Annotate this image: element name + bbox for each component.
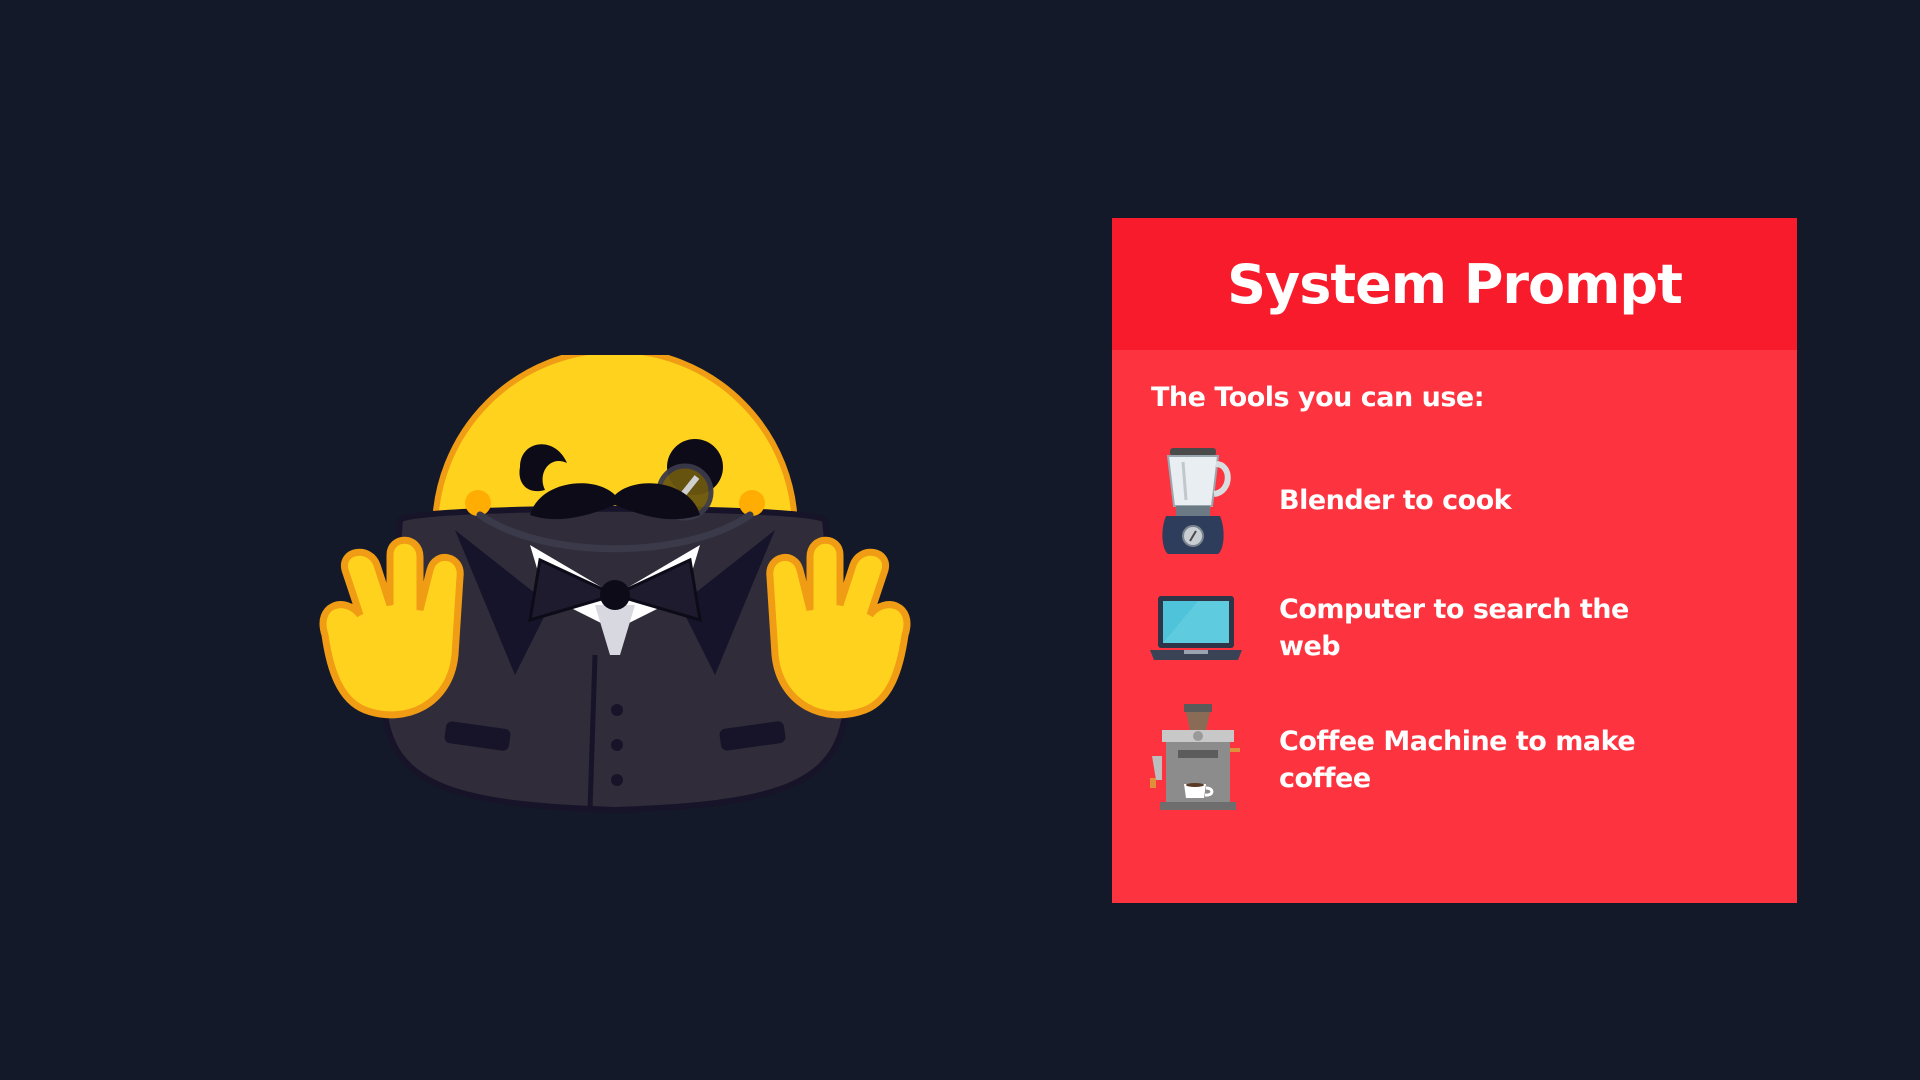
tool-label-coffee-machine: Coffee Machine to make coffee [1279,726,1636,794]
hugging-face-butler-mascot-icon [319,355,911,814]
tool-item-coffee-machine: Coffee Machine to make coffee [1148,700,1768,820]
tool-label-computer: Computer to search the web [1279,594,1629,662]
blender-icon [1162,448,1231,554]
system-prompt-panel: System Prompt The Tools you can use: Ble… [1112,218,1797,903]
panel-title: System Prompt [1227,252,1683,316]
tool-label-blender: Blender to cook [1279,484,1512,516]
laptop-icon [1150,596,1242,660]
tools-subtitle: The Tools you can use: [1151,382,1485,413]
coffee-machine-icon [1150,704,1240,810]
tool-item-blender: Blender to cook [1148,440,1768,560]
panel-header: System Prompt [1112,218,1797,350]
tool-item-computer: Computer to search the web [1148,568,1768,688]
